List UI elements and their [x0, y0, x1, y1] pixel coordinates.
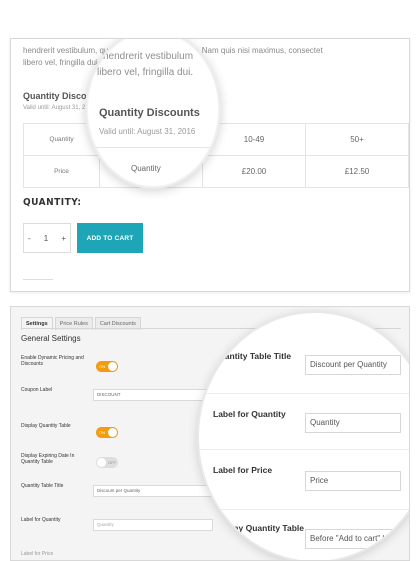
admin-settings-panel: Settings Price Rules Cart Discounts Gene… [10, 306, 410, 561]
magnified-field-label: Label for Quantity [213, 409, 286, 419]
field-label: Label for Quantity [21, 517, 61, 523]
add-to-cart-button[interactable]: ADD TO CART [77, 223, 143, 253]
magnified-label-for-quantity-input[interactable]: Quantity [305, 413, 401, 433]
display-expiring-date-toggle[interactable]: OFF [96, 457, 118, 468]
table-cell: £12.50 [305, 155, 409, 188]
field-label: Display Expiring Date In Quantity Table [21, 453, 75, 465]
divider [199, 509, 409, 510]
magnified-display-quantity-table-select[interactable]: Before "Add to cart" button [305, 529, 401, 549]
divider [199, 393, 409, 394]
magnified-text: hendrerit vestibulum [103, 51, 194, 62]
magnifier-lens: Quantity Table Title Discount per Quanti… [197, 311, 409, 560]
divider [199, 449, 409, 450]
quantity-table-title-input[interactable]: Discount per Quantity [93, 485, 213, 497]
label-for-quantity-input[interactable]: Quantity [93, 519, 213, 531]
table-cell: Price [23, 155, 100, 188]
divider [23, 279, 53, 280]
table-row: Price £22.50 £20.00 £12.50 [23, 155, 409, 188]
increment-button[interactable]: + [61, 234, 66, 243]
product-description: hendrerit vestibulum, quam leo pulvinar … [23, 46, 323, 67]
magnified-text: libero vel, fringilla dui. [97, 67, 194, 78]
magnified-field-label: Quantity Table Title [213, 351, 292, 361]
coupon-label-input[interactable]: DISCOUNT [93, 389, 213, 401]
magnified-field-label: Display Quantity Table [213, 523, 305, 533]
magnified-quantity-table-title-input[interactable]: Discount per Quantity [305, 355, 401, 375]
field-label: Coupon Label [21, 387, 53, 393]
field-label: Display Quantity Table [21, 423, 71, 429]
magnified-label-for-price-input[interactable]: Price [305, 471, 401, 491]
magnified-discount-title: Quantity Discounts [99, 107, 200, 119]
divider [87, 147, 219, 148]
field-label: Label for Price [21, 551, 54, 557]
quantity-stepper[interactable]: - 1 + [23, 223, 71, 253]
field-label: Enable Dynamic Pricing and Discounts [21, 355, 84, 367]
magnified-valid-until: Valid until: August 31, 2016 [99, 127, 196, 136]
field-label: Quantity Table Title [21, 483, 64, 489]
quantity-value[interactable]: 1 [44, 234, 48, 243]
magnified-column-header: Quantity [131, 164, 161, 173]
quantity-label: QUANTITY: [23, 197, 82, 208]
magnified-field-label: Label for Price [213, 465, 273, 475]
table-cell: 50+ [305, 123, 409, 156]
display-quantity-table-toggle[interactable]: ON [96, 427, 118, 438]
enable-dynamic-pricing-toggle[interactable]: ON [96, 361, 118, 372]
decrement-button[interactable]: - [28, 234, 31, 243]
section-title: General Settings [21, 334, 81, 343]
divider [91, 147, 92, 187]
table-cell: £20.00 [202, 155, 306, 188]
storefront-panel: hendrerit vestibulum, quam leo pulvinar … [10, 38, 410, 292]
